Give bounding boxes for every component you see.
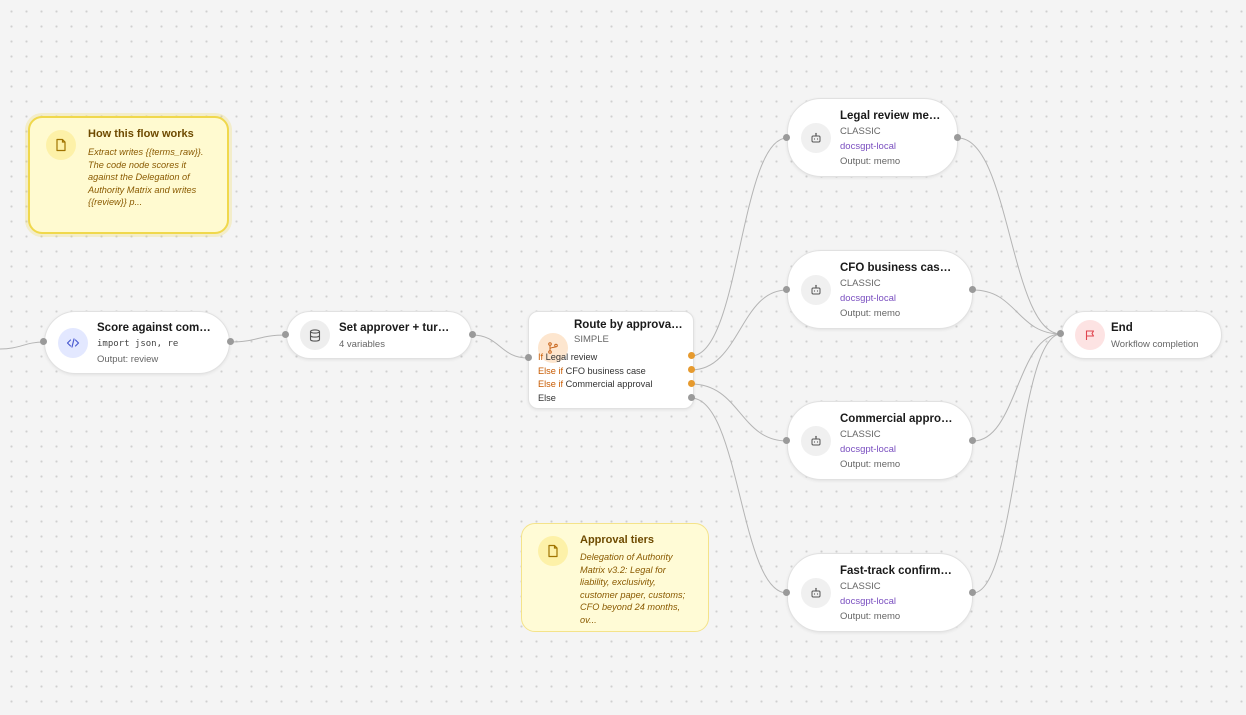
handle-commercial-in[interactable] bbox=[783, 437, 790, 444]
node-title: Score against comm... bbox=[97, 322, 213, 334]
node-subtitle: Workflow completion bbox=[1111, 339, 1199, 350]
node-model: docsgpt-local bbox=[840, 444, 896, 455]
edge-fasttrack-end bbox=[972, 333, 1062, 594]
node-output: Output: memo bbox=[840, 459, 901, 470]
edge-legal-end bbox=[957, 137, 1062, 335]
node-title: Fast-track confirmat... bbox=[840, 565, 956, 577]
node-type: CLASSIC bbox=[840, 126, 881, 137]
bot-icon bbox=[801, 425, 831, 456]
handle-route-else[interactable] bbox=[688, 394, 695, 401]
node-commercial-approval[interactable]: Commercial approva... CLASSIC docsgpt-lo… bbox=[787, 401, 973, 480]
node-title: Set approver + turna... bbox=[339, 322, 455, 334]
node-title: End bbox=[1111, 322, 1133, 334]
node-model: docsgpt-local bbox=[840, 596, 896, 607]
node-set-approver[interactable]: Set approver + turna... 4 variables bbox=[286, 311, 472, 359]
handle-route-elseif-2[interactable] bbox=[688, 380, 695, 387]
edge-cfo-end bbox=[972, 289, 1062, 335]
handle-route-if[interactable] bbox=[688, 352, 695, 359]
code-icon bbox=[58, 327, 88, 358]
bot-icon bbox=[801, 274, 831, 305]
handle-route-in[interactable] bbox=[525, 354, 532, 361]
node-cfo-business-case[interactable]: CFO business case ... CLASSIC docsgpt-lo… bbox=[787, 250, 973, 329]
node-end[interactable]: End Workflow completion bbox=[1061, 311, 1222, 359]
note-icon bbox=[46, 130, 76, 160]
handle-legal-in[interactable] bbox=[783, 134, 790, 141]
note-how-this-flow-works[interactable]: How this flow works Extract writes {{ter… bbox=[28, 116, 229, 234]
handle-fasttrack-in[interactable] bbox=[783, 589, 790, 596]
note-approval-tiers[interactable]: Approval tiers Delegation of Authority M… bbox=[521, 523, 709, 632]
node-title: CFO business case ... bbox=[840, 262, 956, 274]
edge-route-cfo bbox=[690, 289, 788, 371]
handle-cfo-out[interactable] bbox=[969, 286, 976, 293]
edge-route-commercial bbox=[690, 383, 788, 442]
node-output: Output: memo bbox=[840, 611, 901, 622]
handle-route-elseif-1[interactable] bbox=[688, 366, 695, 373]
handle-fasttrack-out[interactable] bbox=[969, 589, 976, 596]
condition-row: Else bbox=[538, 392, 556, 403]
condition-row: Else if CFO business case bbox=[538, 365, 646, 376]
node-type: CLASSIC bbox=[840, 278, 881, 289]
handle-legal-out[interactable] bbox=[954, 134, 961, 141]
node-score[interactable]: Score against comm... import json, re Ou… bbox=[44, 311, 230, 374]
node-title: Commercial approva... bbox=[840, 413, 956, 425]
node-legal-review[interactable]: Legal review memo CLASSIC docsgpt-local … bbox=[787, 98, 958, 177]
node-type: CLASSIC bbox=[840, 581, 881, 592]
edge-score-setapprover bbox=[229, 334, 287, 343]
edge-commercial-end bbox=[972, 333, 1062, 442]
condition-list: If Legal review Else if CFO business cas… bbox=[538, 351, 652, 405]
handle-score-in[interactable] bbox=[40, 338, 47, 345]
note-icon bbox=[538, 536, 568, 566]
flag-icon bbox=[1075, 320, 1105, 350]
handle-commercial-out[interactable] bbox=[969, 437, 976, 444]
note-body: Delegation of Authority Matrix v3.2: Leg… bbox=[580, 552, 686, 625]
node-subtitle: SIMPLE bbox=[574, 334, 609, 345]
condition-row: Else if Commercial approval bbox=[538, 379, 653, 390]
node-title: Route by approval ... bbox=[574, 319, 683, 331]
note-title: Approval tiers bbox=[580, 534, 654, 546]
node-output: Output: memo bbox=[840, 156, 901, 167]
database-icon bbox=[300, 320, 330, 350]
node-code-preview: import json, re bbox=[97, 339, 179, 349]
node-output: Output: review bbox=[97, 354, 159, 365]
node-subtitle: 4 variables bbox=[339, 339, 385, 350]
bot-icon bbox=[801, 577, 831, 608]
node-model: docsgpt-local bbox=[840, 141, 896, 152]
node-fast-track[interactable]: Fast-track confirmat... CLASSIC docsgpt-… bbox=[787, 553, 973, 632]
note-title: How this flow works bbox=[88, 128, 194, 140]
condition-row: If Legal review bbox=[538, 352, 598, 362]
handle-score-out[interactable] bbox=[227, 338, 234, 345]
edge-route-legal bbox=[690, 137, 788, 357]
node-model: docsgpt-local bbox=[840, 293, 896, 304]
bot-icon bbox=[801, 122, 831, 153]
node-title: Legal review memo bbox=[840, 110, 941, 122]
node-route[interactable]: Route by approval ... SIMPLE If Legal re… bbox=[528, 311, 694, 409]
node-type: CLASSIC bbox=[840, 429, 881, 440]
handle-setapprover-out[interactable] bbox=[469, 331, 476, 338]
handle-setapprover-in[interactable] bbox=[282, 331, 289, 338]
handle-end-in[interactable] bbox=[1057, 330, 1064, 337]
node-output: Output: memo bbox=[840, 308, 901, 319]
handle-cfo-in[interactable] bbox=[783, 286, 790, 293]
edge-setapprover-route bbox=[471, 334, 529, 359]
note-body: Extract writes {{terms_raw}}. The code n… bbox=[88, 147, 204, 208]
edge-incoming-score bbox=[0, 341, 45, 350]
